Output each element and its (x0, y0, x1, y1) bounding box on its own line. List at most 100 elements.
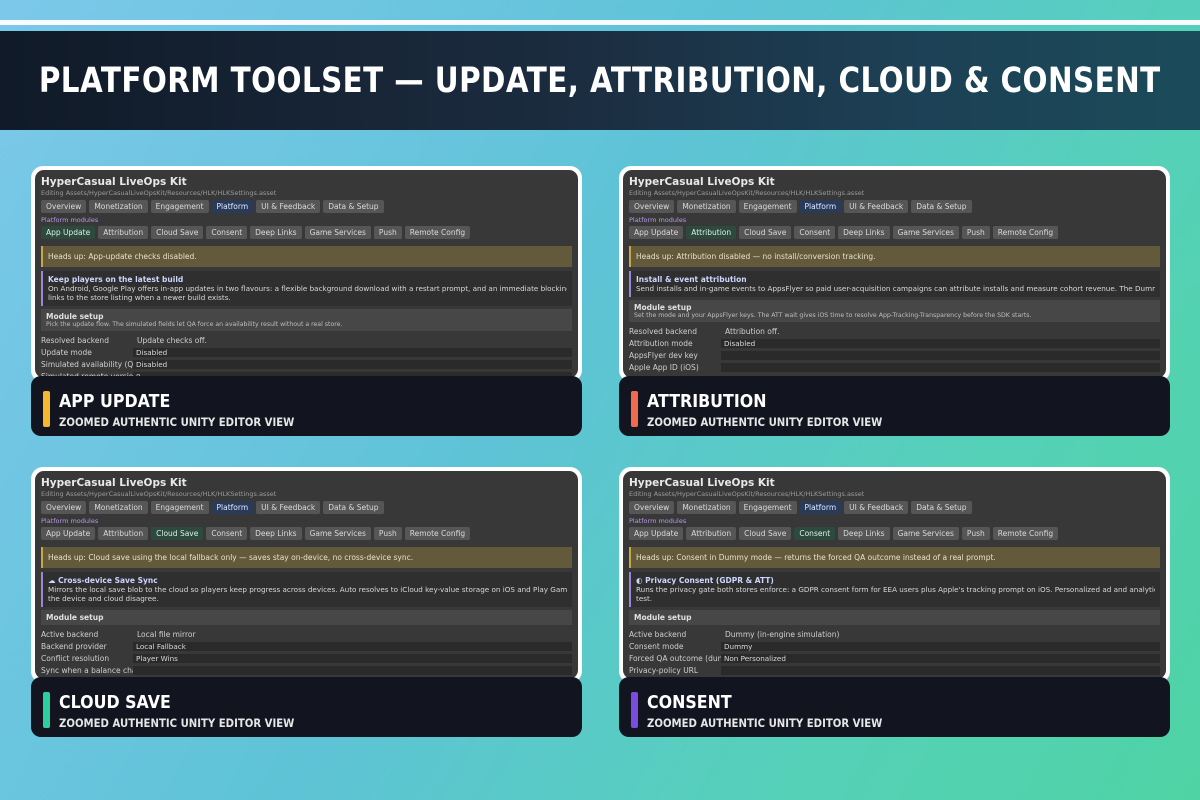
setting-dropdown[interactable]: Disabled (133, 359, 572, 369)
section-label: Platform modules (41, 216, 99, 224)
setting-dropdown[interactable]: Disabled (133, 347, 572, 357)
editor-title: HyperCasual LiveOps Kit (629, 477, 775, 489)
tab-ui-feedback[interactable]: UI & Feedback (256, 501, 321, 514)
tab-data-setup[interactable]: Data & Setup (323, 200, 384, 213)
title-banner: PLATFORM TOOLSET — UPDATE, ATTRIBUTION, … (0, 31, 1200, 130)
sub-tab-bar: App Update Attribution Cloud Save Consent De… (623, 225, 1166, 239)
subtab-push[interactable]: Push (373, 226, 402, 239)
tab-engagement[interactable]: Engagement (150, 200, 209, 213)
tab-ui-feedback[interactable]: UI & Feedback (844, 200, 909, 213)
subtab-consent[interactable]: Consent (206, 226, 248, 239)
tab-data-setup[interactable]: Data & Setup (911, 200, 972, 213)
info-box: ◐ Privacy Consent (GDPR & ATT) Runs the p… (629, 572, 1160, 607)
main-tab-bar: Overview Monetization Engagement Platform UI… (35, 498, 578, 514)
info-line: the device and cloud disagree. (48, 594, 159, 603)
cloud-icon: ☁ (48, 576, 56, 585)
accent-bar (631, 692, 638, 728)
tab-engagement[interactable]: Engagement (738, 200, 797, 213)
subtab-remote-config[interactable]: Remote Config (404, 527, 471, 540)
tab-overview[interactable]: Overview (41, 200, 87, 213)
setting-dropdown[interactable] (133, 665, 572, 675)
editor-screenshot: HyperCasual LiveOps Kit Editing Assets/Hy… (31, 166, 582, 382)
info-line: Send installs and in-game events to Apps… (636, 284, 1155, 293)
info-box: Install & event attribution Send installs… (629, 271, 1160, 297)
subtab-deep-links[interactable]: Deep Links (250, 527, 302, 540)
setting-label: Active backend (41, 629, 99, 639)
subtab-push[interactable]: Push (373, 527, 402, 540)
tab-overview[interactable]: Overview (41, 501, 87, 514)
subtab-attribution[interactable]: Attribution (686, 527, 737, 540)
unity-editor-window: HyperCasual LiveOps Kit Editing Assets/Hy… (35, 170, 578, 378)
tab-data-setup[interactable]: Data & Setup (323, 501, 384, 514)
subtab-push[interactable]: Push (961, 527, 990, 540)
setting-label: Consent mode (629, 641, 684, 651)
setting-dropdown[interactable]: Dummy (721, 641, 1160, 651)
subtab-consent[interactable]: Consent (794, 527, 836, 540)
setting-dropdown[interactable] (721, 665, 1160, 675)
tab-monetization[interactable]: Monetization (89, 501, 148, 514)
subtab-remote-config[interactable]: Remote Config (404, 226, 471, 239)
subtab-game-services[interactable]: Game Services (892, 226, 959, 239)
subtab-push[interactable]: Push (961, 226, 990, 239)
shield-icon: ◐ (636, 576, 643, 585)
tab-overview[interactable]: Overview (629, 200, 675, 213)
subtab-attribution[interactable]: Attribution (98, 226, 149, 239)
tab-monetization[interactable]: Monetization (89, 200, 148, 213)
caption-bar: ATTRIBUTION ZOOMED AUTHENTIC UNITY EDITOR… (619, 376, 1170, 436)
setting-dropdown[interactable] (721, 362, 1160, 372)
info-line: On Android, Google Play offers in-app up… (48, 284, 567, 293)
subtab-consent[interactable]: Consent (206, 527, 248, 540)
subtab-cloud-save[interactable]: Cloud Save (739, 527, 792, 540)
main-tab-bar: Overview Monetization Engagement Platform UI… (623, 498, 1166, 514)
main-tab-bar: Overview Monetization Engagement Platform UI… (35, 197, 578, 213)
subtab-game-services[interactable]: Game Services (892, 527, 959, 540)
setting-dropdown[interactable]: Local Fallback (133, 641, 572, 651)
unity-editor-window: HyperCasual LiveOps Kit Editing Assets/Hy… (623, 471, 1166, 679)
subtab-game-services[interactable]: Game Services (304, 226, 371, 239)
tab-data-setup[interactable]: Data & Setup (911, 501, 972, 514)
tab-overview[interactable]: Overview (629, 501, 675, 514)
tab-platform[interactable]: Platform (799, 200, 842, 213)
subtab-remote-config[interactable]: Remote Config (992, 226, 1059, 239)
subtab-deep-links[interactable]: Deep Links (838, 527, 890, 540)
tab-platform[interactable]: Platform (211, 200, 254, 213)
subtab-attribution[interactable]: Attribution (686, 226, 737, 239)
subtab-consent[interactable]: Consent (794, 226, 836, 239)
setting-dropdown[interactable]: Player Wins (133, 653, 572, 663)
subtab-deep-links[interactable]: Deep Links (838, 226, 890, 239)
editor-asset-path: Editing Assets/HyperCasualLiveOpsKit/Res… (41, 189, 277, 197)
info-title: ☁ Cross-device Save Sync (48, 576, 567, 585)
subtab-cloud-save[interactable]: Cloud Save (151, 226, 204, 239)
editor-screenshot: HyperCasual LiveOps Kit Editing Assets/Hy… (619, 467, 1170, 683)
editor-screenshot: HyperCasual LiveOps Kit Editing Assets/Hy… (31, 467, 582, 683)
banner-title: PLATFORM TOOLSET — UPDATE, ATTRIBUTION, … (39, 60, 1161, 101)
setting-dropdown[interactable]: Non Personalized (721, 653, 1160, 663)
tab-engagement[interactable]: Engagement (738, 501, 797, 514)
tab-ui-feedback[interactable]: UI & Feedback (256, 200, 321, 213)
info-title: Keep players on the latest build (48, 275, 567, 284)
subtab-deep-links[interactable]: Deep Links (250, 226, 302, 239)
setting-row: AppsFlyer dev key (623, 349, 1166, 361)
subtab-remote-config[interactable]: Remote Config (992, 527, 1059, 540)
subtab-attribution[interactable]: Attribution (98, 527, 149, 540)
subtab-app-update[interactable]: App Update (41, 527, 96, 540)
module-setup-header: Module setup Set the mode and your AppsFl… (629, 300, 1160, 322)
subtab-cloud-save[interactable]: Cloud Save (739, 226, 792, 239)
tab-platform[interactable]: Platform (211, 501, 254, 514)
setting-dropdown[interactable]: Disabled (721, 338, 1160, 348)
subtab-app-update[interactable]: App Update (629, 226, 684, 239)
subtab-app-update[interactable]: App Update (629, 527, 684, 540)
subtab-cloud-save[interactable]: Cloud Save (151, 527, 204, 540)
subtab-game-services[interactable]: Game Services (304, 527, 371, 540)
tab-ui-feedback[interactable]: UI & Feedback (844, 501, 909, 514)
tab-monetization[interactable]: Monetization (677, 200, 736, 213)
setting-value: Dummy (in-engine simulation) (725, 629, 840, 639)
tab-monetization[interactable]: Monetization (677, 501, 736, 514)
tab-engagement[interactable]: Engagement (150, 501, 209, 514)
tab-platform[interactable]: Platform (799, 501, 842, 514)
subtab-app-update[interactable]: App Update (41, 226, 96, 239)
panel-card: HyperCasual LiveOps Kit Editing Assets/Hy… (619, 166, 1170, 436)
setting-dropdown[interactable] (721, 350, 1160, 360)
setting-row: Active backend Local file mirror (35, 628, 578, 640)
section-label: Platform modules (629, 216, 687, 224)
